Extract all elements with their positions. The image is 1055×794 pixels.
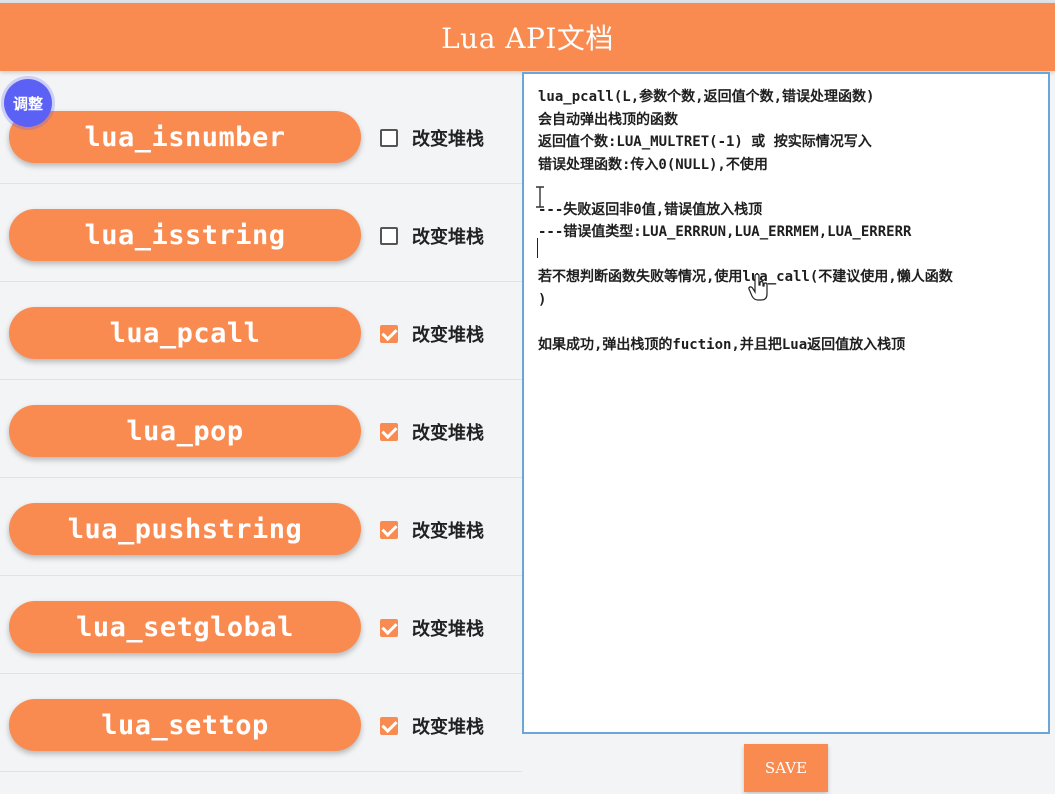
doc-line: 会自动弹出栈顶的函数 xyxy=(538,111,678,128)
text-caret xyxy=(537,238,538,258)
doc-text-area[interactable]: lua_pcall(L,参数个数,返回值个数,错误处理函数) 会自动弹出栈顶的函… xyxy=(522,72,1050,734)
stack-toggle[interactable]: 改变堆栈 xyxy=(380,419,484,445)
hand-pointer-icon xyxy=(748,274,768,301)
api-row-setglobal: lua_setglobal 改变堆栈 xyxy=(0,575,522,674)
api-row-pcall: lua_pcall 改变堆栈 xyxy=(0,281,522,380)
stack-checkbox-label: 改变堆栈 xyxy=(412,325,484,346)
i-beam-cursor-icon xyxy=(535,186,544,208)
app-header: Lua API文档 xyxy=(0,3,1055,71)
doc-line xyxy=(538,176,1034,199)
stack-toggle[interactable]: 改变堆栈 xyxy=(380,125,484,151)
api-row-settop: lua_settop 改变堆栈 xyxy=(0,673,522,772)
api-button-settop[interactable]: lua_settop xyxy=(9,699,361,751)
stack-checkbox[interactable] xyxy=(380,227,398,245)
api-button-pushstring[interactable]: lua_pushstring xyxy=(9,503,361,555)
doc-line: 错误处理函数:传入0(NULL),不使用 xyxy=(538,156,768,173)
stack-toggle[interactable]: 改变堆栈 xyxy=(380,321,484,347)
doc-line: lua_pcall(L,参数个数,返回值个数,错误处理函数) xyxy=(538,89,875,105)
doc-line: 如果成功,弹出栈顶的fuction,并且把Lua返回值放入栈顶 xyxy=(538,336,906,353)
api-row-pushstring: lua_pushstring 改变堆栈 xyxy=(0,477,522,576)
stack-checkbox[interactable] xyxy=(380,521,398,539)
stack-checkbox[interactable] xyxy=(380,129,398,147)
stack-toggle[interactable]: 改变堆栈 xyxy=(380,517,484,543)
api-row-isnumber: lua_isnumber 改变堆栈 xyxy=(0,85,522,184)
api-button-isnumber[interactable]: lua_isnumber xyxy=(9,111,361,163)
stack-toggle[interactable]: 改变堆栈 xyxy=(380,713,484,739)
stack-checkbox-label: 改变堆栈 xyxy=(412,619,484,640)
doc-line: ---失败返回非0值,错误值放入栈顶 xyxy=(538,201,763,218)
doc-line: 若不想判断函数失败等情况,使用lua_call(不建议使用,懒人函数 xyxy=(538,269,953,285)
doc-line xyxy=(538,244,1034,267)
api-row-pop: lua_pop 改变堆栈 xyxy=(0,379,522,478)
api-button-pcall[interactable]: lua_pcall xyxy=(9,307,361,359)
doc-line: ---错误值类型:LUA_ERRRUN,LUA_ERRMEM,LUA_ERRER… xyxy=(538,224,912,240)
api-button-setglobal[interactable]: lua_setglobal xyxy=(9,601,361,653)
stack-checkbox-label: 改变堆栈 xyxy=(412,521,484,542)
stack-checkbox[interactable] xyxy=(380,717,398,735)
stack-toggle[interactable]: 改变堆栈 xyxy=(380,615,484,641)
stack-checkbox[interactable] xyxy=(380,423,398,441)
api-button-isstring[interactable]: lua_isstring xyxy=(9,209,361,261)
stack-checkbox-label: 改变堆栈 xyxy=(412,227,484,248)
stack-checkbox-label: 改变堆栈 xyxy=(412,129,484,150)
api-list: lua_isnumber 改变堆栈 lua_isstring 改变堆栈 lua_… xyxy=(0,85,522,794)
doc-line xyxy=(538,311,1034,334)
stack-toggle[interactable]: 改变堆栈 xyxy=(380,223,484,249)
save-button[interactable]: SAVE xyxy=(744,744,828,792)
stack-checkbox[interactable] xyxy=(380,325,398,343)
adjust-badge[interactable]: 调整 xyxy=(4,79,52,127)
stack-checkbox-label: 改变堆栈 xyxy=(412,717,484,738)
doc-line: ) xyxy=(538,291,547,308)
stack-checkbox-label: 改变堆栈 xyxy=(412,423,484,444)
api-button-pop[interactable]: lua_pop xyxy=(9,405,361,457)
page-title: Lua API文档 xyxy=(441,22,614,55)
stack-checkbox[interactable] xyxy=(380,619,398,637)
api-row-isstring: lua_isstring 改变堆栈 xyxy=(0,183,522,282)
doc-line: 返回值个数:LUA_MULTRET(-1) 或 按实际情况写入 xyxy=(538,134,872,150)
